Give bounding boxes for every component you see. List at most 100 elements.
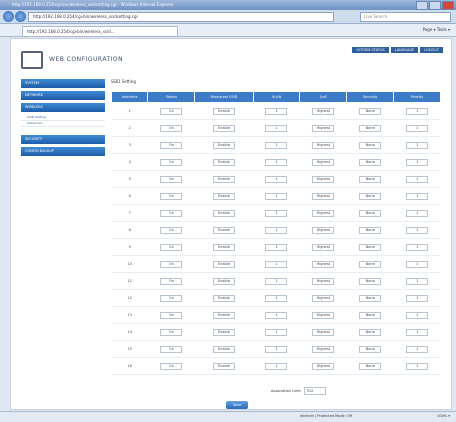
broadcast-select[interactable]: Enable xyxy=(212,311,235,319)
security-select[interactable]: None xyxy=(359,362,382,370)
status-select[interactable]: On xyxy=(160,311,183,319)
qos-select[interactable]: Highest xyxy=(312,362,335,370)
toolbar-menus[interactable]: Page ▾ Tools ▾ xyxy=(423,27,450,32)
vlan-select[interactable]: 1 xyxy=(265,328,288,336)
qos-select[interactable]: Highest xyxy=(312,175,335,183)
vlan-select[interactable]: 1 xyxy=(265,192,288,200)
security-select[interactable]: None xyxy=(359,175,382,183)
vlan-select[interactable]: 1 xyxy=(265,294,288,302)
status-select[interactable]: On xyxy=(160,158,183,166)
vlan-select[interactable]: 1 xyxy=(265,141,288,149)
broadcast-select[interactable]: Enable xyxy=(212,328,235,336)
priority-select[interactable]: 1 xyxy=(406,277,429,285)
broadcast-select[interactable]: Enable xyxy=(212,124,235,132)
vlan-select[interactable]: 1 xyxy=(265,175,288,183)
sidebar-item-system[interactable]: SYSTEM xyxy=(21,79,105,88)
status-select[interactable]: On xyxy=(160,260,183,268)
browser-tab[interactable]: http://192.168.0.254/cgi-bin/wireless_ss… xyxy=(22,26,178,36)
broadcast-select[interactable]: Enable xyxy=(212,260,235,268)
vlan-select[interactable]: 1 xyxy=(265,107,288,115)
broadcast-select[interactable]: Enable xyxy=(212,226,235,234)
url-input[interactable]: http://192.168.0.254/cgi-bin/wireless_ss… xyxy=(28,12,334,22)
priority-select[interactable]: 1 xyxy=(406,328,429,336)
broadcast-select[interactable]: Enable xyxy=(212,362,235,370)
vlan-select[interactable]: 1 xyxy=(265,277,288,285)
qos-select[interactable]: Highest xyxy=(312,141,335,149)
status-select[interactable]: On xyxy=(160,362,183,370)
vlan-select[interactable]: 1 xyxy=(265,209,288,217)
broadcast-select[interactable]: Enable xyxy=(212,294,235,302)
qos-select[interactable]: Highest xyxy=(312,124,335,132)
security-select[interactable]: None xyxy=(359,294,382,302)
qos-select[interactable]: Highest xyxy=(312,294,335,302)
broadcast-select[interactable]: Enable xyxy=(212,209,235,217)
qos-select[interactable]: Highest xyxy=(312,243,335,251)
qos-select[interactable]: Highest xyxy=(312,328,335,336)
qos-select[interactable]: Highest xyxy=(312,260,335,268)
association-limit-input[interactable]: 512 xyxy=(303,387,326,395)
priority-select[interactable]: 1 xyxy=(406,294,429,302)
security-select[interactable]: None xyxy=(359,107,382,115)
security-select[interactable]: None xyxy=(359,277,382,285)
priority-select[interactable]: 1 xyxy=(406,107,429,115)
priority-select[interactable]: 1 xyxy=(406,243,429,251)
priority-select[interactable]: 1 xyxy=(406,311,429,319)
close-button[interactable] xyxy=(442,1,454,10)
sidebar-item-network[interactable]: NETWORK xyxy=(21,91,105,100)
vlan-select[interactable]: 1 xyxy=(265,260,288,268)
qos-select[interactable]: Highest xyxy=(312,311,335,319)
vlan-select[interactable]: 1 xyxy=(265,124,288,132)
status-select[interactable]: On xyxy=(160,226,183,234)
priority-select[interactable]: 1 xyxy=(406,175,429,183)
security-select[interactable]: None xyxy=(359,192,382,200)
qos-select[interactable]: Highest xyxy=(312,158,335,166)
vlan-select[interactable]: 1 xyxy=(265,243,288,251)
status-select[interactable]: On xyxy=(160,107,183,115)
qos-select[interactable]: Highest xyxy=(312,277,335,285)
status-select[interactable]: On xyxy=(160,141,183,149)
priority-select[interactable]: 1 xyxy=(406,345,429,353)
qos-select[interactable]: Highest xyxy=(312,345,335,353)
broadcast-select[interactable]: Enable xyxy=(212,243,235,251)
qos-select[interactable]: Highest xyxy=(312,107,335,115)
vlan-select[interactable]: 1 xyxy=(265,311,288,319)
status-select[interactable]: On xyxy=(160,209,183,217)
vlan-select[interactable]: 1 xyxy=(265,158,288,166)
broadcast-select[interactable]: Enable xyxy=(212,175,235,183)
broadcast-select[interactable]: Enable xyxy=(212,345,235,353)
sidebar-item-backup[interactable]: CONFIG BACKUP xyxy=(21,147,105,156)
status-select[interactable]: On xyxy=(160,328,183,336)
status-select[interactable]: On xyxy=(160,175,183,183)
broadcast-select[interactable]: Enable xyxy=(212,277,235,285)
status-select[interactable]: On xyxy=(160,294,183,302)
priority-select[interactable]: 1 xyxy=(406,260,429,268)
security-select[interactable]: None xyxy=(359,209,382,217)
security-select[interactable]: None xyxy=(359,328,382,336)
broadcast-select[interactable]: Enable xyxy=(212,141,235,149)
priority-select[interactable]: 1 xyxy=(406,124,429,132)
security-select[interactable]: None xyxy=(359,260,382,268)
system-status-link[interactable]: SYSTEM STATUS xyxy=(352,47,389,53)
qos-select[interactable]: Highest xyxy=(312,226,335,234)
status-select[interactable]: On xyxy=(160,277,183,285)
vlan-select[interactable]: 1 xyxy=(265,362,288,370)
back-button[interactable] xyxy=(3,11,14,22)
vlan-select[interactable]: 1 xyxy=(265,226,288,234)
priority-select[interactable]: 1 xyxy=(406,209,429,217)
broadcast-select[interactable]: Enable xyxy=(212,158,235,166)
status-select[interactable]: On xyxy=(160,345,183,353)
broadcast-select[interactable]: Enable xyxy=(212,192,235,200)
status-select[interactable]: On xyxy=(160,243,183,251)
vlan-select[interactable]: 1 xyxy=(265,345,288,353)
security-select[interactable]: None xyxy=(359,158,382,166)
zoom-level[interactable]: 100% ▾ xyxy=(437,414,450,418)
priority-select[interactable]: 1 xyxy=(406,158,429,166)
priority-select[interactable]: 1 xyxy=(406,362,429,370)
sidebar-item-wireless[interactable]: WIRELESS xyxy=(21,103,105,112)
language-link[interactable]: LANGUAGE xyxy=(390,47,419,53)
priority-select[interactable]: 1 xyxy=(406,226,429,234)
security-select[interactable]: None xyxy=(359,345,382,353)
security-select[interactable]: None xyxy=(359,311,382,319)
minimize-button[interactable] xyxy=(416,1,428,10)
sidebar-item-security[interactable]: SECURITY xyxy=(21,135,105,144)
